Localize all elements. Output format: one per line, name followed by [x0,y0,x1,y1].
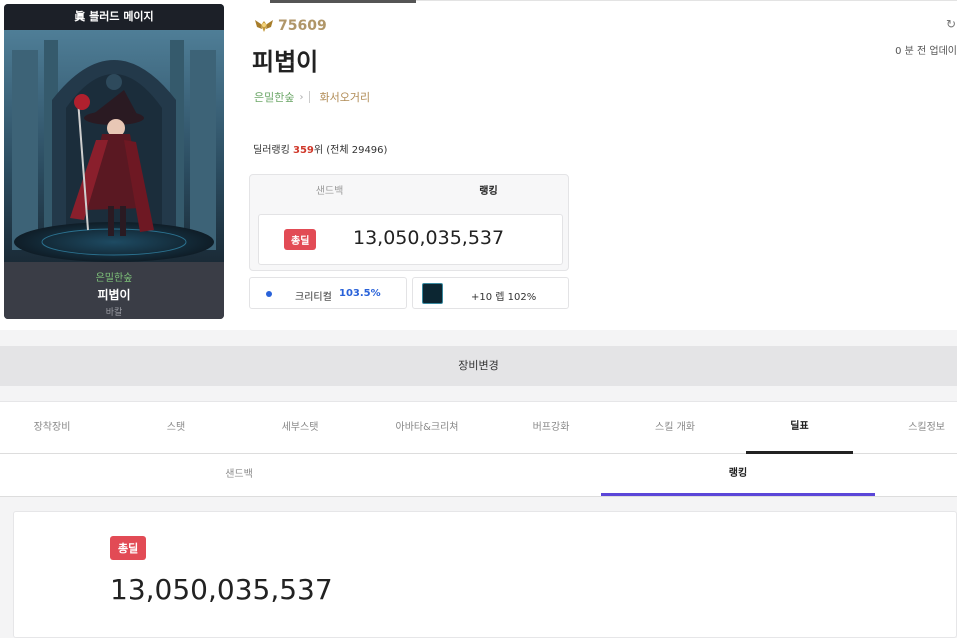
character-illustration [4,30,224,264]
tab-buff-enhance[interactable]: 버프강화 [498,402,604,454]
damage-summary-value-box: 총딜 13,050,035,537 [258,214,563,265]
critical-label: 크리티컬 [295,292,332,303]
fame-display: 75609 [254,18,327,34]
rank-value: 359 [292,145,314,156]
job-title: 眞 블러드 메이지 [4,4,224,30]
updated-time: 0 분 전 업데이 [895,46,957,57]
aura-stat: +10 렙 102% [412,277,569,309]
sub-nav: 샌드백 랭킹 [0,454,957,497]
fame-wing-icon [255,20,273,32]
tag-separator [309,91,311,103]
rank-prefix: 딜러랭킹 [253,145,293,156]
top-tab-indicator [270,0,416,3]
tab-skill-info[interactable]: 스킬정보 [872,402,957,454]
character-card: 眞 블러드 메이지 은밀한숲 피볍이 바칼 [4,4,224,319]
tab-stats[interactable]: 스탯 [124,402,228,454]
card-guild: 은밀한숲 [95,273,133,284]
tab-damage-table[interactable]: 딜표 [746,402,853,454]
tab-equipment[interactable]: 장착장비 [0,402,104,454]
equip-change-button[interactable]: 장비변경 [0,346,957,386]
character-info: 은밀한숲 피볍이 바칼 [4,262,224,319]
chevron-right-icon: › [299,91,304,103]
tab-skill-bloom[interactable]: 스킬 개화 [622,402,728,454]
critical-stat: 크리티컬 103.5% [249,277,407,309]
character-name: 피볍이 [252,48,319,76]
top-divider [416,0,957,1]
card-character-name: 피볍이 [97,288,131,302]
big-total-damage-amount: 13,050,035,537 [110,573,333,606]
summary-tab-ranking[interactable]: 랭킹 [409,175,568,209]
tab-avatar-creature[interactable]: 아바타&크리쳐 [374,402,480,454]
dealer-rank: 딜러랭킹 359위 (전체 29496) [253,141,387,156]
sub-tab-ranking[interactable]: 랭킹 [601,454,875,496]
aura-icon [422,283,443,304]
rank-suffix: 위 (전체 29496) [313,145,388,156]
total-damage-amount: 13,050,035,537 [353,227,505,249]
summary-tab-sandbag[interactable]: 샌드백 [250,175,409,209]
critical-value: 103.5% [339,288,381,299]
damage-summary-box: 샌드백 랭킹 총딜 13,050,035,537 [249,174,569,271]
character-page: 眞 블러드 메이지 은밀한숲 피볍이 바칼 75609 피볍이 은밀한숲 › 화… [0,0,957,638]
damage-summary-tabs: 샌드백 랭킹 [250,175,568,209]
total-damage-badge: 총딜 [284,229,317,250]
refresh-icon[interactable]: ↻ [946,17,956,31]
card-server: 바칼 [105,308,123,318]
total-damage-panel: 총딜 13,050,035,537 [13,511,957,638]
main-nav: 장착장비 스탯 세부스탯 아바타&크리쳐 버프강화 스킬 개화 딜표 스킬정보 [0,401,957,454]
critical-dot-icon [266,291,272,297]
tab-detail-stats[interactable]: 세부스탯 [248,402,352,454]
adventure-link[interactable]: 화서오거리 [319,89,370,105]
guild-link[interactable]: 은밀한숲 [254,89,294,105]
big-total-damage-badge: 총딜 [110,536,147,560]
profile-panel: 眞 블러드 메이지 은밀한숲 피볍이 바칼 75609 피볍이 은밀한숲 › 화… [0,0,957,330]
fame-value: 75609 [278,18,327,34]
aura-value: +10 렙 102% [471,292,537,303]
sub-tab-sandbag[interactable]: 샌드백 [102,454,376,496]
character-tags: 은밀한숲 › 화서오거리 [254,89,370,105]
